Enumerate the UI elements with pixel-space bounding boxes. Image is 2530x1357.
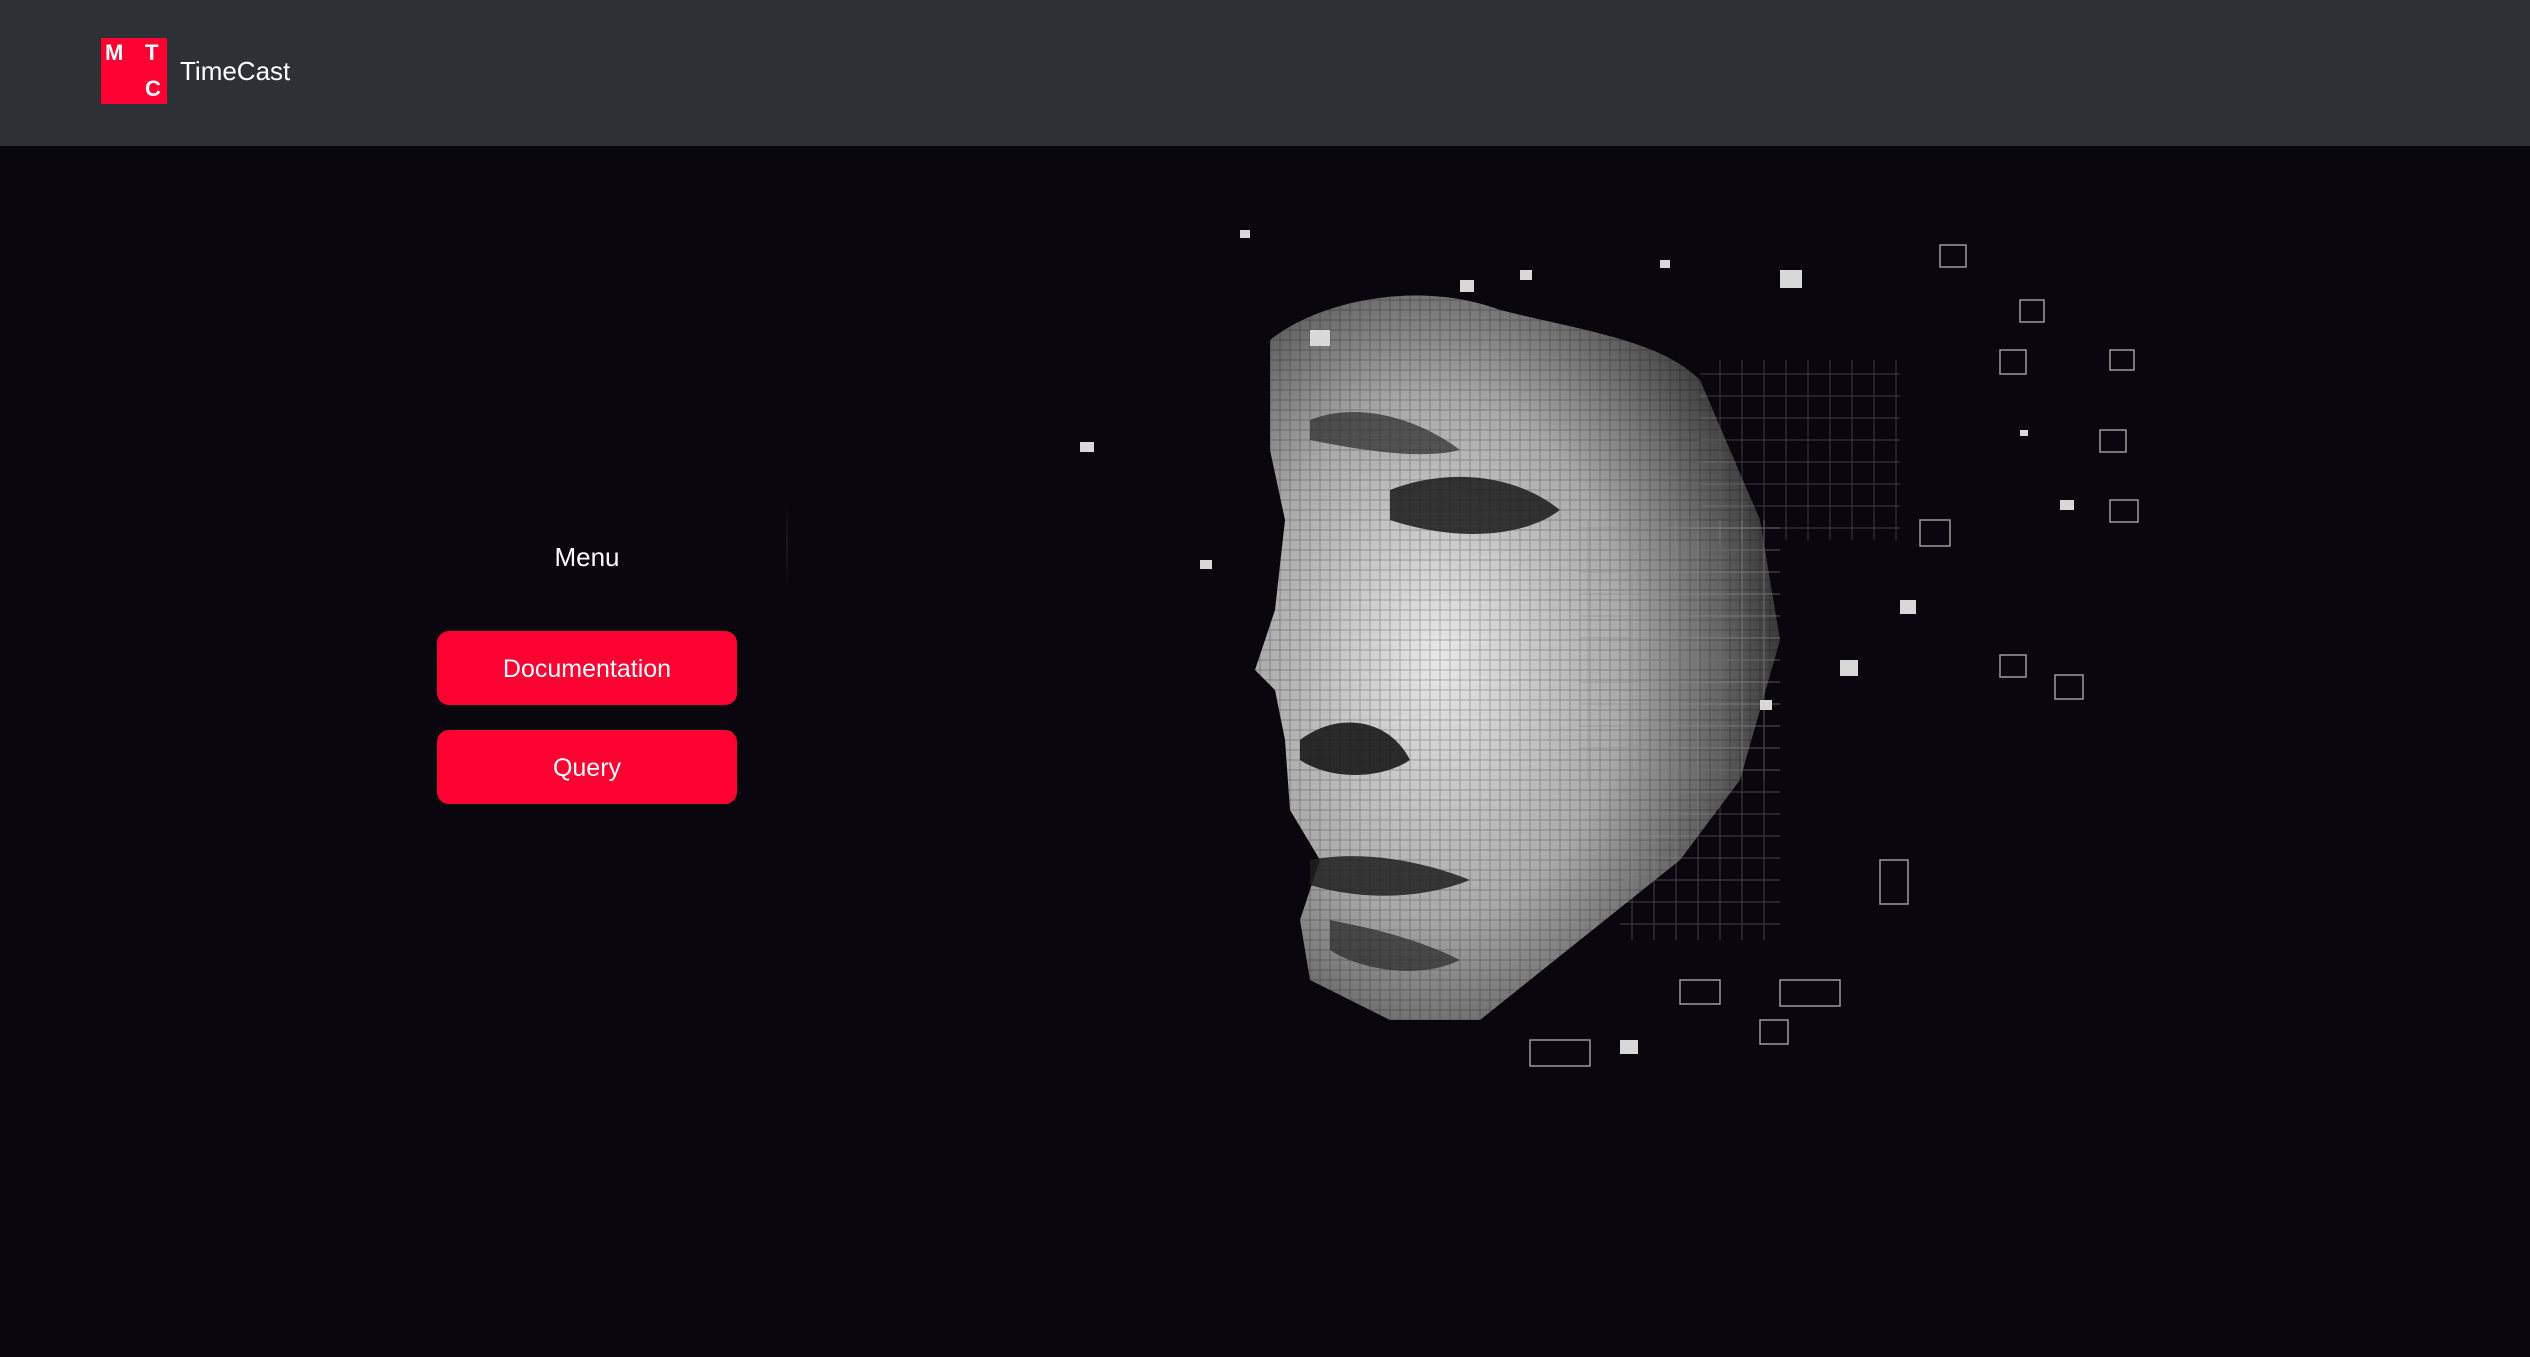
- brand-logo[interactable]: М Т С: [101, 38, 167, 104]
- voxel-face-illustration: [1080, 230, 2139, 1067]
- documentation-button[interactable]: Documentation: [437, 631, 737, 705]
- brand-name[interactable]: TimeCast: [180, 56, 290, 86]
- logo-letter-m: М: [105, 40, 124, 65]
- menu-title: Menu: [554, 542, 620, 572]
- logo-letter-t: Т: [145, 40, 159, 65]
- query-button[interactable]: Query: [437, 730, 737, 804]
- top-bar: М Т С TimeCast: [0, 0, 2530, 146]
- logo-letter-s: С: [145, 76, 161, 101]
- divider: [786, 500, 788, 590]
